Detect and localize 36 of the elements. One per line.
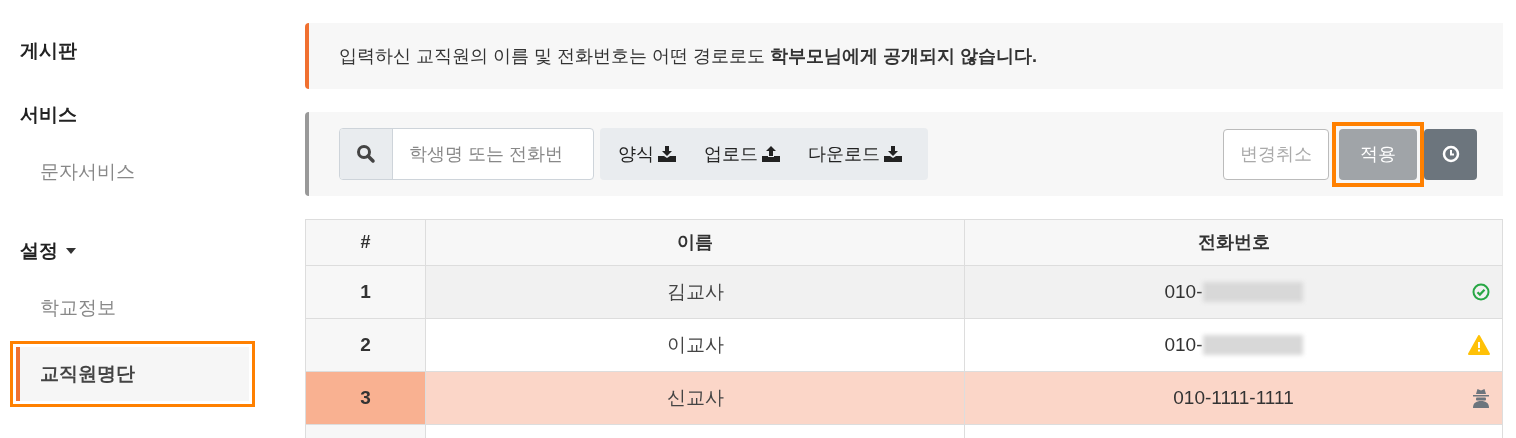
clock-icon bbox=[1441, 145, 1460, 163]
table-row[interactable]: 2 이교사 010- bbox=[306, 319, 1502, 372]
table-row[interactable]: 3 신교사 010-1111-1111 bbox=[306, 372, 1502, 425]
table-cell: 1 bbox=[306, 266, 426, 318]
file-button[interactable]: 업로드 bbox=[694, 128, 790, 180]
download-icon bbox=[884, 146, 902, 162]
warning-icon bbox=[1468, 335, 1490, 355]
file-button[interactable]: 다운로드 bbox=[798, 128, 912, 180]
column-header: 이름 bbox=[426, 220, 965, 265]
sidebar-heading[interactable]: 게시판 bbox=[20, 36, 77, 66]
search-icon bbox=[356, 144, 376, 164]
phone-number: 010-1111-1111 bbox=[1173, 385, 1294, 410]
table-cell: 3 bbox=[306, 372, 426, 424]
download-icon bbox=[658, 146, 676, 162]
table-cell: 이교사 bbox=[426, 319, 965, 371]
search-input[interactable]: 학생명 또는 전화번 bbox=[393, 129, 593, 179]
table-cell: 김교사 bbox=[426, 266, 965, 318]
table-cell: 2 bbox=[306, 319, 426, 371]
sidebar-item[interactable]: 문자서비스 bbox=[16, 145, 249, 199]
sidebar-heading[interactable]: 설정 bbox=[20, 236, 58, 266]
check-circle-icon bbox=[1472, 283, 1490, 301]
table-row[interactable]: 1 김교사 010- bbox=[306, 266, 1502, 319]
notice-banner: 입력하신 교직원의 이름 및 전화번호는 어떤 경로로도 학부모님에게 공개되지 않습니다. bbox=[305, 23, 1503, 89]
column-header: # bbox=[306, 220, 426, 265]
sidebar-item[interactable]: 교직원명단 bbox=[16, 347, 249, 401]
sidebar-heading[interactable]: 서비스 bbox=[20, 100, 77, 130]
history-button[interactable] bbox=[1424, 128, 1477, 180]
search-field[interactable]: 학생명 또는 전화번 bbox=[339, 128, 594, 180]
file-button[interactable]: 양식 bbox=[608, 128, 686, 180]
upload-icon bbox=[762, 146, 780, 162]
phone-number: 010- bbox=[1164, 332, 1203, 357]
column-header: 전화번호 bbox=[1196, 231, 1271, 254]
phone-number: 010- bbox=[1164, 279, 1203, 304]
table-cell: 신교사 bbox=[426, 372, 965, 424]
spy-icon bbox=[1472, 388, 1490, 408]
sidebar-item[interactable]: 학교정보 bbox=[16, 281, 249, 335]
